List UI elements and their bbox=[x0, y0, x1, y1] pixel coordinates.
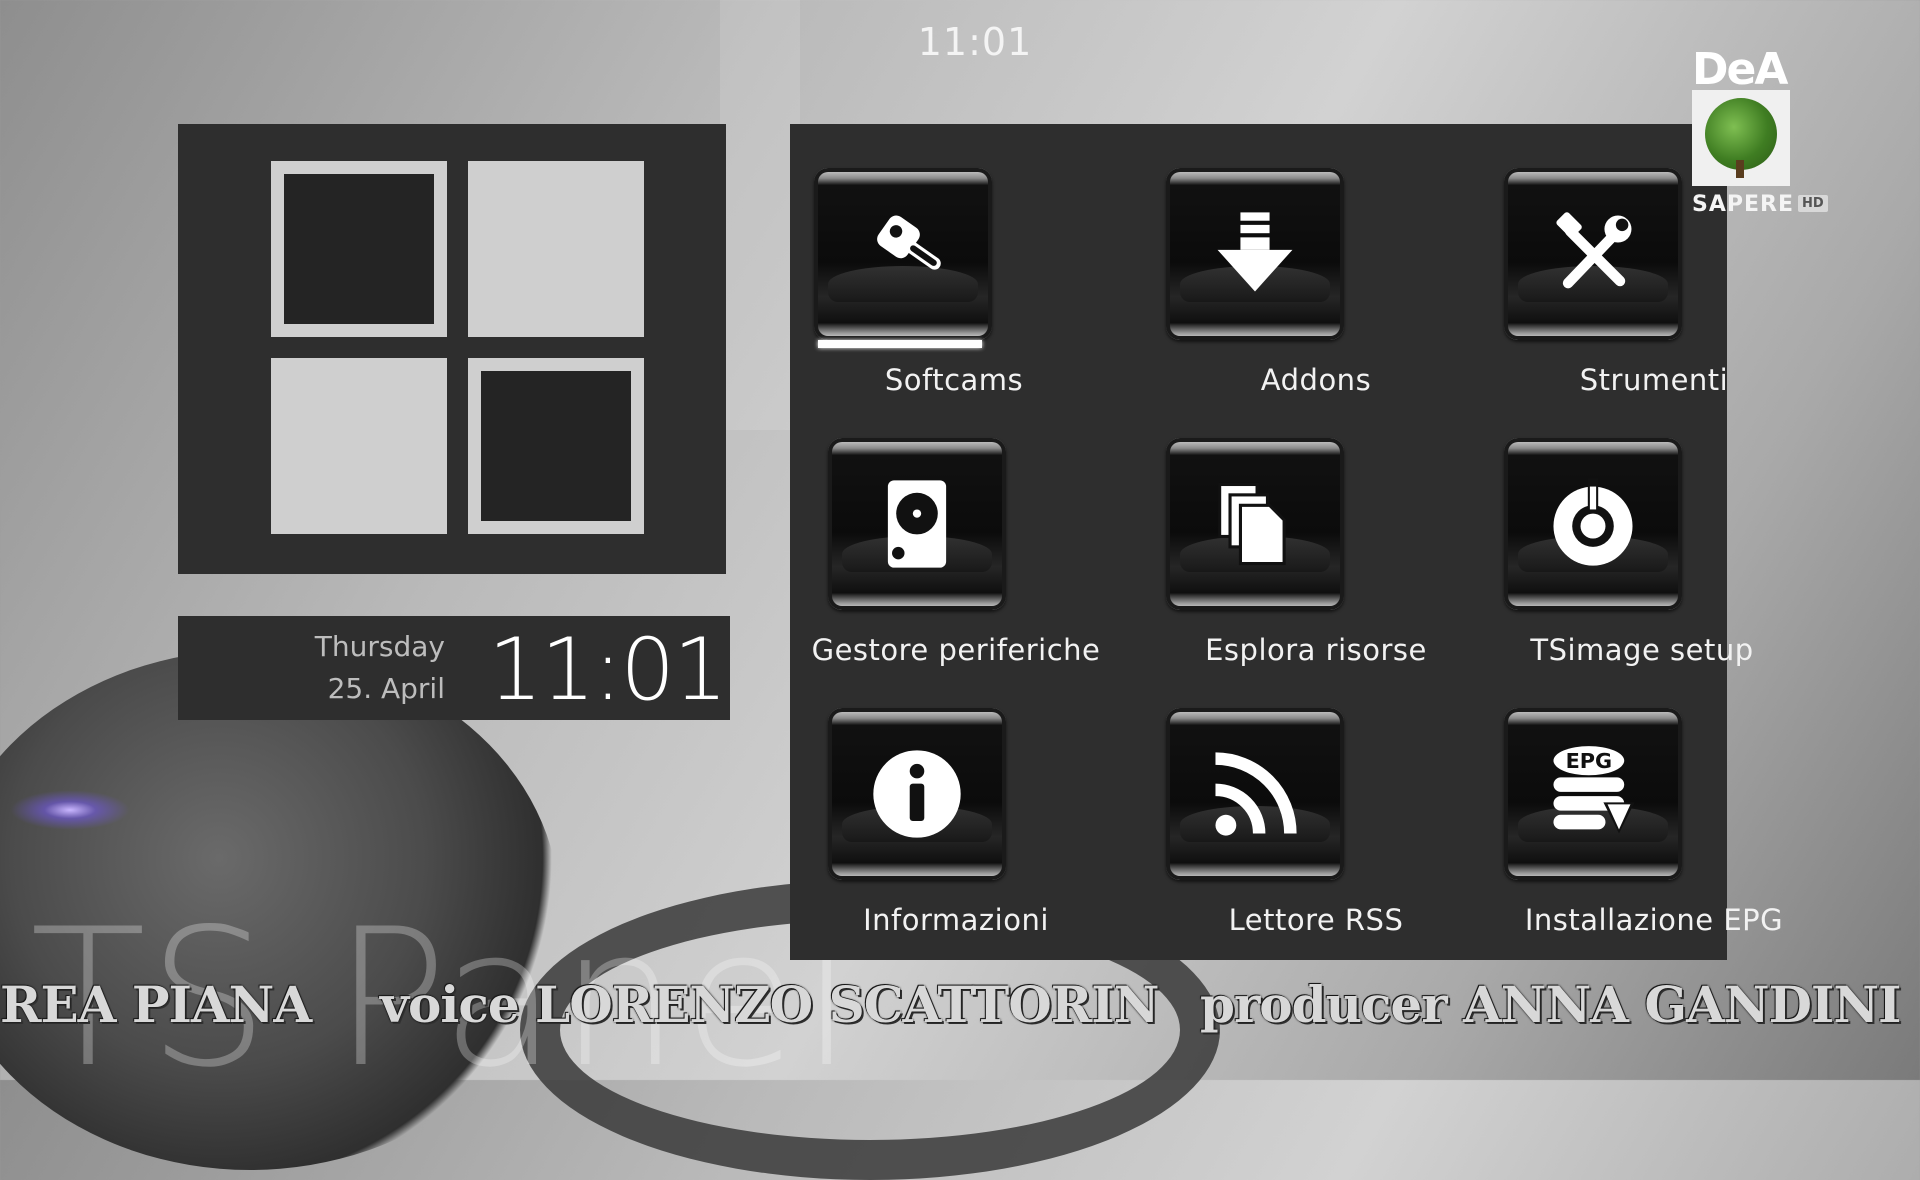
strumenti-label: Strumenti bbox=[1579, 363, 1729, 397]
logo-tile-bottom-left bbox=[271, 358, 447, 534]
hard-drive-icon bbox=[828, 438, 1006, 610]
credit-text: REA PIANA bbox=[0, 975, 312, 1034]
lettore-rss-button[interactable] bbox=[1166, 708, 1344, 880]
menu-item-lettore-rss[interactable]: Lettore RSS bbox=[1166, 708, 1466, 958]
logo-tile-bottom-right bbox=[468, 358, 644, 534]
menu-item-installazione-epg[interactable]: EPG Installazione EPG bbox=[1504, 708, 1804, 958]
epg-icon-text: EPG bbox=[1566, 749, 1613, 773]
day-label: Thursday bbox=[314, 630, 445, 663]
logo-tile-top-left bbox=[271, 161, 447, 337]
softcams-label: Softcams bbox=[884, 363, 1024, 397]
menu-item-tsimage-setup[interactable]: TSimage setup bbox=[1504, 438, 1804, 688]
epg-icon: EPG bbox=[1504, 708, 1682, 880]
channel-logo: DeA SAPERE HD bbox=[1688, 44, 1828, 224]
date-label: 25. April bbox=[327, 672, 445, 705]
power-gear-icon bbox=[1504, 438, 1682, 610]
date-time-panel: Thursday 25. April 11:01 bbox=[178, 616, 730, 720]
background-glare bbox=[10, 790, 130, 830]
menu-item-gestore-periferiche[interactable]: Gestore periferiche bbox=[812, 438, 1128, 688]
tsimage-setup-button[interactable] bbox=[1504, 438, 1682, 610]
tree-logo-icon bbox=[1692, 90, 1790, 186]
credit-text: producer ANNA GANDINI bbox=[1200, 975, 1901, 1034]
addons-button[interactable] bbox=[1166, 168, 1344, 340]
gestore-periferiche-label: Gestore periferiche bbox=[811, 633, 1101, 667]
informazioni-button[interactable] bbox=[828, 708, 1006, 880]
brand-logo-panel bbox=[178, 124, 726, 574]
rss-icon bbox=[1166, 708, 1344, 880]
main-menu-grid: Softcams Addons Strumenti Gestore perife… bbox=[790, 124, 1783, 960]
files-icon bbox=[1166, 438, 1344, 610]
menu-item-softcams[interactable]: Softcams bbox=[814, 168, 1114, 418]
channel-brand: DeA bbox=[1692, 44, 1788, 95]
download-icon bbox=[1166, 168, 1344, 340]
esplora-risorse-label: Esplora risorse bbox=[1205, 633, 1427, 667]
selection-indicator bbox=[818, 340, 982, 348]
esplora-risorse-button[interactable] bbox=[1166, 438, 1344, 610]
strumenti-button[interactable] bbox=[1504, 168, 1682, 340]
installazione-epg-button[interactable]: EPG bbox=[1504, 708, 1682, 880]
informazioni-label: Informazioni bbox=[863, 903, 1049, 937]
softcams-button[interactable] bbox=[814, 168, 992, 340]
credits-ticker: REA PIANA voice LORENZO SCATTORIN produc… bbox=[0, 975, 1920, 1035]
credit-text: voice LORENZO SCATTORIN bbox=[380, 975, 1159, 1034]
addons-label: Addons bbox=[1260, 363, 1372, 397]
menu-item-addons[interactable]: Addons bbox=[1166, 168, 1466, 418]
panel-clock: 11:01 bbox=[488, 620, 728, 720]
key-icon bbox=[814, 168, 992, 340]
tree-trunk bbox=[1736, 160, 1744, 178]
hd-badge: HD bbox=[1798, 195, 1828, 212]
gestore-periferiche-button[interactable] bbox=[828, 438, 1006, 610]
tsimage-setup-label: TSimage setup bbox=[1530, 633, 1754, 667]
tools-icon bbox=[1504, 168, 1682, 340]
lettore-rss-label: Lettore RSS bbox=[1228, 903, 1404, 937]
channel-name: SAPERE bbox=[1692, 192, 1794, 217]
top-clock: 11:01 bbox=[917, 20, 1033, 64]
menu-item-informazioni[interactable]: Informazioni bbox=[828, 708, 1128, 958]
menu-item-esplora-risorse[interactable]: Esplora risorse bbox=[1166, 438, 1466, 688]
info-icon bbox=[828, 708, 1006, 880]
installazione-epg-label: Installazione EPG bbox=[1524, 903, 1784, 937]
logo-tile-top-right bbox=[468, 161, 644, 337]
